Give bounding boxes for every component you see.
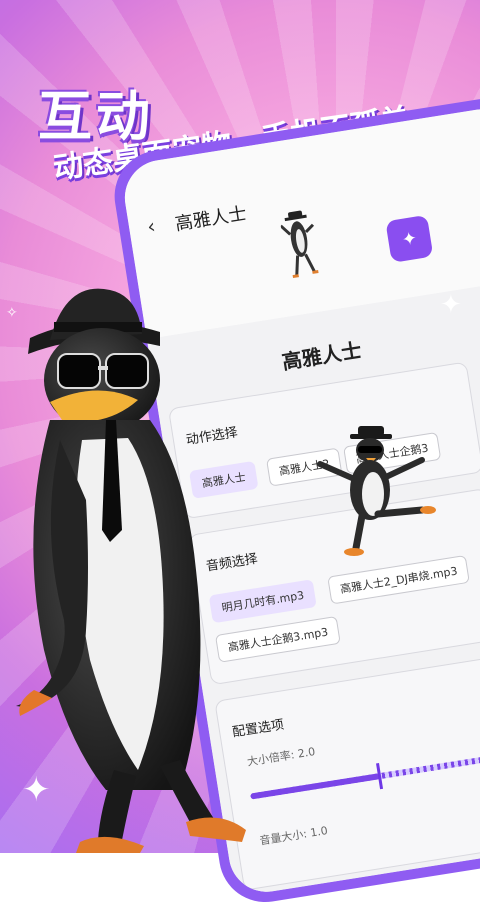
effects-button[interactable]: ✦ — [385, 214, 434, 263]
back-icon[interactable]: ‹ — [145, 214, 157, 239]
dancing-penguin-image — [310, 420, 450, 564]
config-card: 配置选项 大小倍率: 2.0 音量大小: 1.0 — [214, 653, 480, 891]
volume-label: 音量大小: 1.0 — [258, 824, 329, 848]
sparkle-decoration-icon: ✦ — [440, 290, 462, 320]
sparkle-decoration-icon: ✧ — [6, 305, 18, 321]
promo-headline-block: 互动 动态桌面宠物，手机不孤单 — [38, 72, 412, 187]
large-penguin-mascot-image — [10, 270, 250, 857]
page-title: 高雅人士 — [173, 203, 249, 236]
sparkle-decoration-icon: ✦ — [22, 770, 51, 810]
size-label: 大小倍率: 2.0 — [246, 744, 317, 769]
size-slider-fill — [250, 773, 380, 800]
sparkle-icon: ✦ — [400, 227, 419, 251]
size-slider-thumb[interactable] — [376, 763, 384, 790]
penguin-preview-image — [279, 207, 324, 285]
